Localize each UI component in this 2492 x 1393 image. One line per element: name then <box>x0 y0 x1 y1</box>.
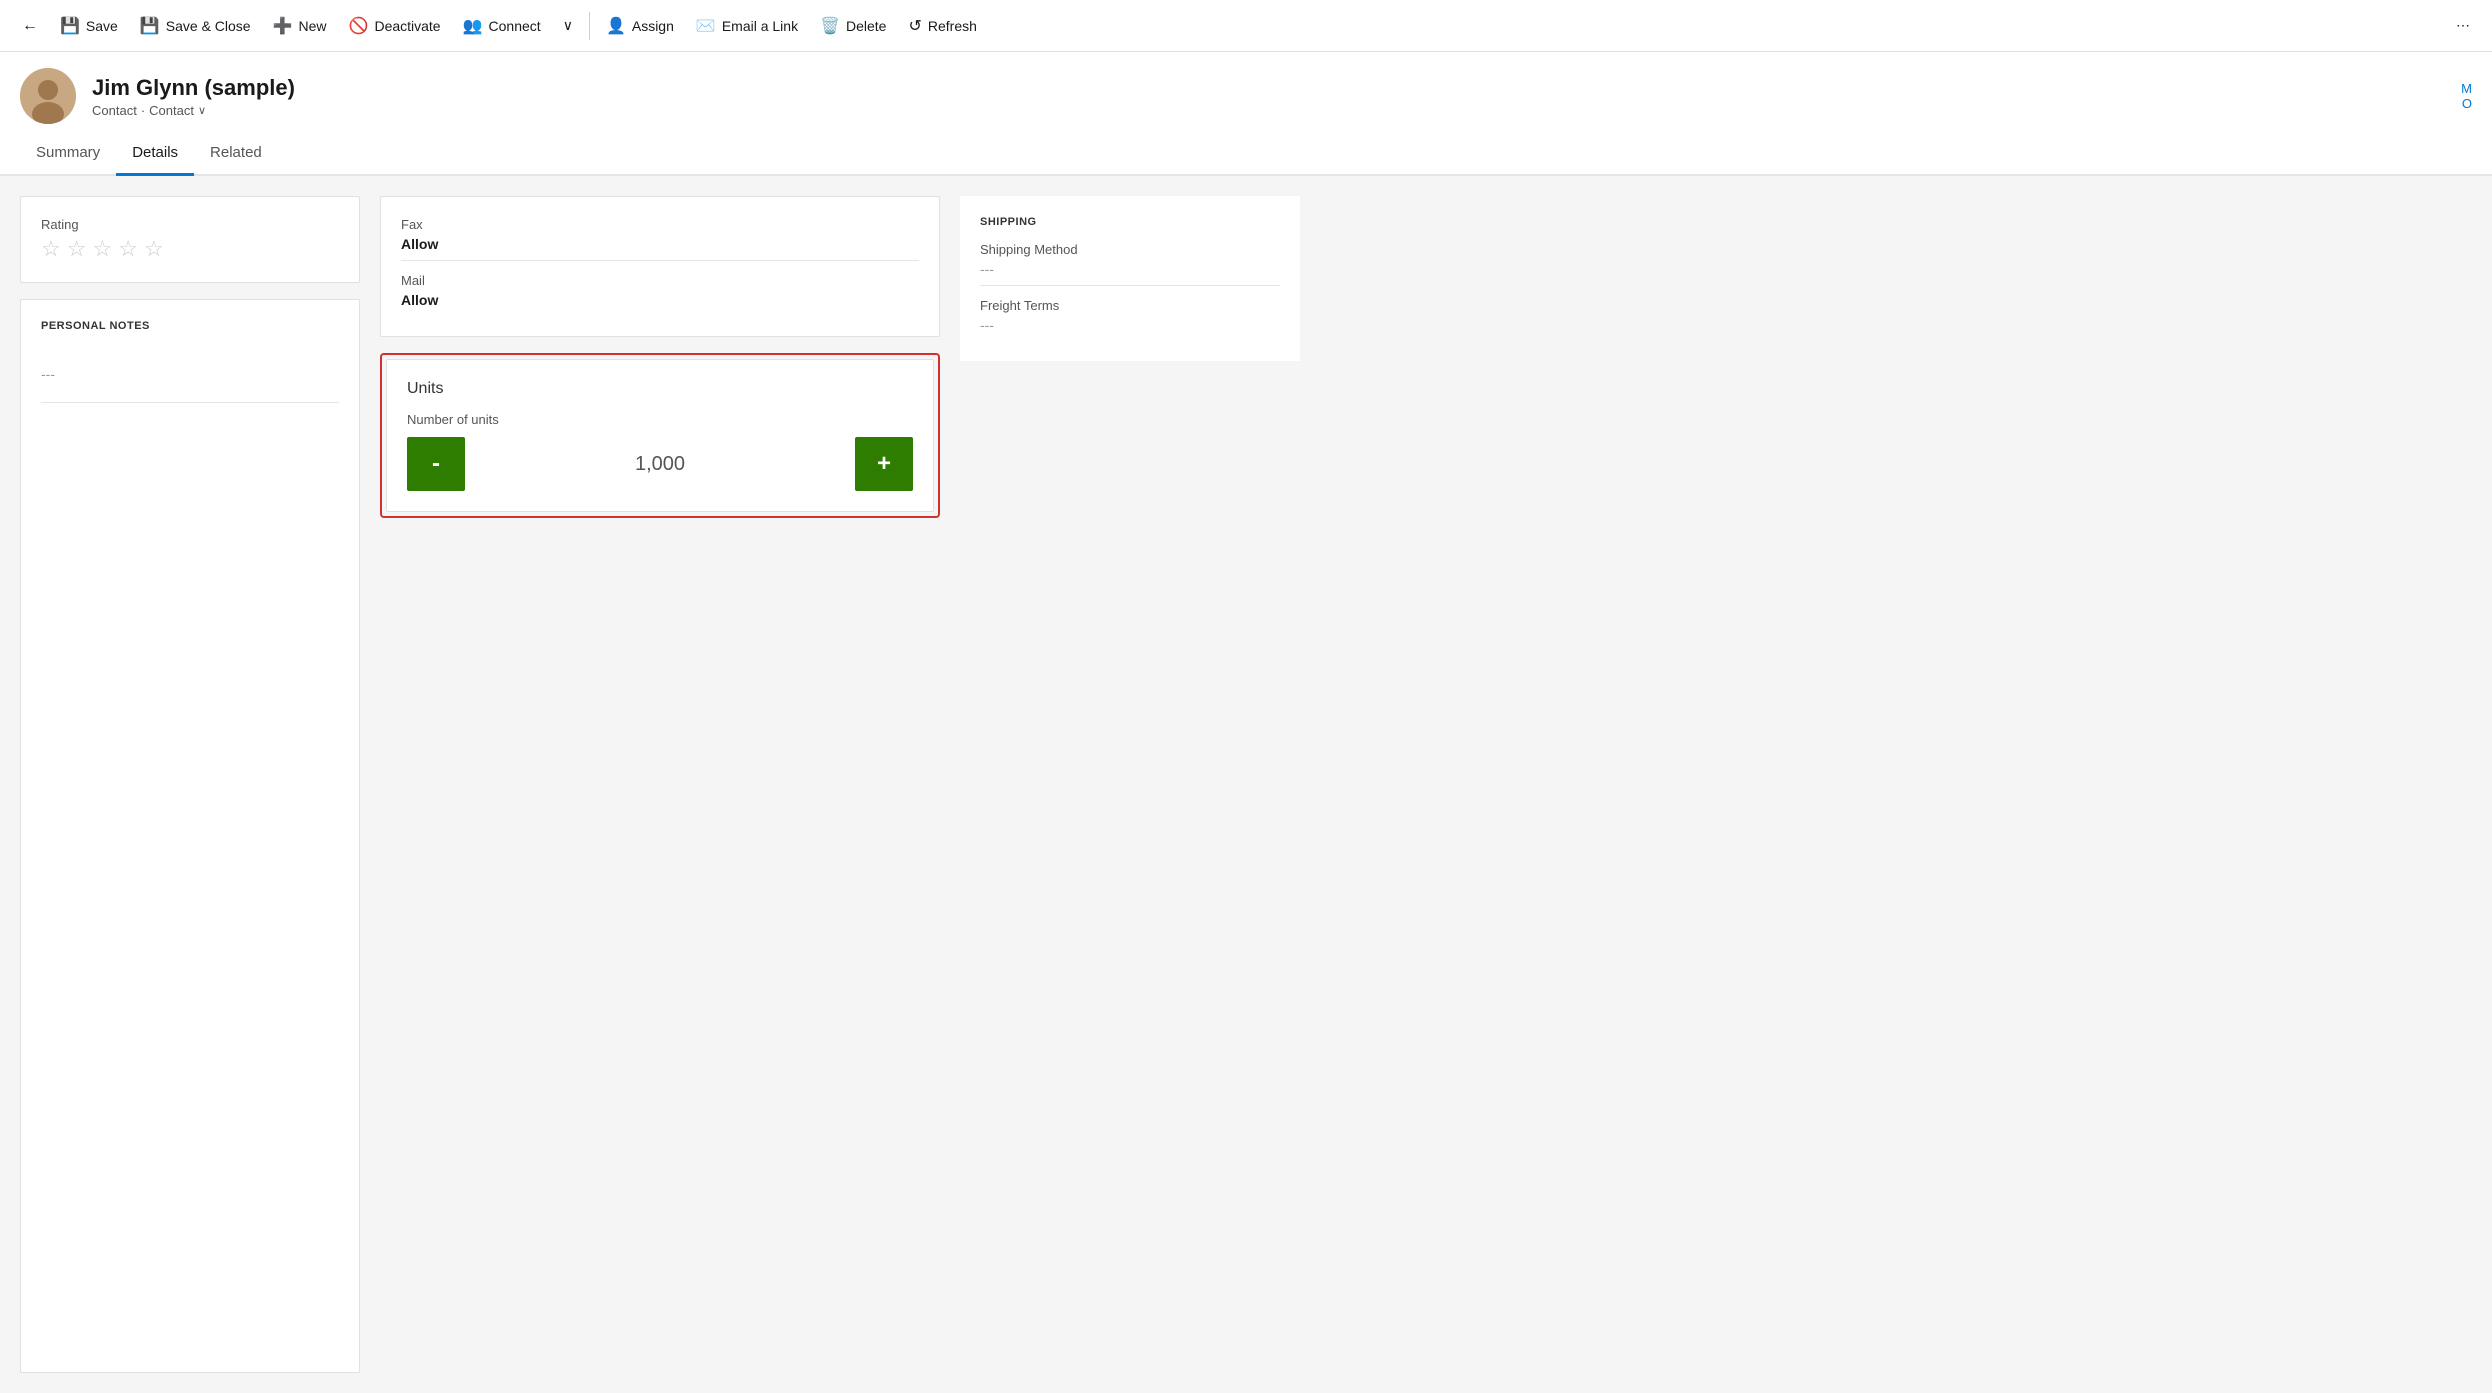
delete-icon: 🗑️ <box>820 16 840 36</box>
deactivate-button[interactable]: 🚫 Deactivate <box>339 10 451 42</box>
assign-button[interactable]: 👤 Assign <box>596 10 684 42</box>
minus-icon: - <box>432 450 440 478</box>
shipping-card: SHIPPING Shipping Method --- Freight Ter… <box>960 196 1300 361</box>
record-name: Jim Glynn (sample) <box>92 75 295 101</box>
back-icon: ← <box>22 17 38 35</box>
new-icon: ➕ <box>273 16 293 36</box>
personal-notes-card: PERSONAL NOTES --- <box>20 299 360 1373</box>
email-link-button[interactable]: ✉️ Email a Link <box>686 10 808 42</box>
avatar <box>20 68 76 124</box>
units-card-wrapper: Units Number of units - 1,000 + <box>380 353 940 518</box>
personal-notes-value: --- <box>41 346 339 403</box>
more-button[interactable]: ⋯ <box>2446 11 2480 40</box>
toolbar: ← 💾 Save 💾 Save & Close ➕ New 🚫 Deactiva… <box>0 0 2492 52</box>
rating-label: Rating <box>41 217 339 232</box>
record-subtitle: Contact · Contact ∨ <box>92 103 295 118</box>
units-card: Units Number of units - 1,000 + <box>386 359 934 512</box>
plus-icon: + <box>877 450 891 478</box>
toolbar-divider <box>589 12 590 40</box>
record-type2: Contact <box>149 103 194 118</box>
tab-details[interactable]: Details <box>116 132 194 176</box>
units-decrement-button[interactable]: - <box>407 437 465 491</box>
save-icon: 💾 <box>60 16 80 36</box>
top-right-corner: M O <box>2461 81 2472 111</box>
star-4[interactable]: ☆ <box>118 236 138 262</box>
units-title: Units <box>407 380 913 398</box>
record-dot: · <box>141 103 145 118</box>
rating-card: Rating ☆ ☆ ☆ ☆ ☆ <box>20 196 360 283</box>
units-increment-button[interactable]: + <box>855 437 913 491</box>
rating-stars: ☆ ☆ ☆ ☆ ☆ <box>41 236 339 262</box>
record-type1: Contact <box>92 103 137 118</box>
personal-notes-title: PERSONAL NOTES <box>41 320 339 332</box>
star-3[interactable]: ☆ <box>92 236 112 262</box>
contact-preferences-card: Fax Allow Mail Allow <box>380 196 940 337</box>
units-number-label: Number of units <box>407 412 913 427</box>
col-mid: Fax Allow Mail Allow Units Number of uni… <box>380 196 940 1373</box>
star-1[interactable]: ☆ <box>41 236 61 262</box>
mail-label: Mail <box>401 273 919 288</box>
record-type-chevron[interactable]: ∨ <box>198 104 206 117</box>
connect-icon: 👥 <box>463 16 483 36</box>
units-value: 1,000 <box>465 453 855 476</box>
deactivate-icon: 🚫 <box>349 16 369 36</box>
back-button[interactable]: ← <box>12 11 48 41</box>
fax-value: Allow <box>401 236 919 261</box>
connect-button[interactable]: 👥 Connect <box>453 10 551 42</box>
connect-dropdown-button[interactable]: ∨ <box>553 11 583 40</box>
freight-terms-value: --- <box>980 317 1280 341</box>
col-right: SHIPPING Shipping Method --- Freight Ter… <box>960 196 1300 1373</box>
record-info: Jim Glynn (sample) Contact · Contact ∨ <box>92 75 295 118</box>
mail-value: Allow <box>401 292 919 316</box>
star-5[interactable]: ☆ <box>144 236 164 262</box>
delete-button[interactable]: 🗑️ Delete <box>810 10 896 42</box>
freight-terms-label: Freight Terms <box>980 298 1280 313</box>
content-area: Rating ☆ ☆ ☆ ☆ ☆ PERSONAL NOTES --- Fax … <box>0 176 2492 1393</box>
star-2[interactable]: ☆ <box>67 236 87 262</box>
more-icon: ⋯ <box>2456 17 2470 34</box>
col-left: Rating ☆ ☆ ☆ ☆ ☆ PERSONAL NOTES --- <box>20 196 360 1373</box>
tab-summary[interactable]: Summary <box>20 132 116 176</box>
save-close-icon: 💾 <box>140 16 160 36</box>
record-header: Jim Glynn (sample) Contact · Contact ∨ M… <box>0 52 2492 132</box>
shipping-method-value: --- <box>980 261 1280 286</box>
refresh-button[interactable]: ↺ Refresh <box>898 10 986 42</box>
email-icon: ✉️ <box>696 16 716 36</box>
tab-related[interactable]: Related <box>194 132 278 176</box>
save-button[interactable]: 💾 Save <box>50 10 128 42</box>
tabs-bar: Summary Details Related <box>0 132 2492 176</box>
shipping-title: SHIPPING <box>980 216 1280 228</box>
save-close-button[interactable]: 💾 Save & Close <box>130 10 261 42</box>
shipping-method-label: Shipping Method <box>980 242 1280 257</box>
assign-icon: 👤 <box>606 16 626 36</box>
new-button[interactable]: ➕ New <box>263 10 337 42</box>
refresh-icon: ↺ <box>908 16 921 36</box>
fax-label: Fax <box>401 217 919 232</box>
units-control: - 1,000 + <box>407 437 913 491</box>
